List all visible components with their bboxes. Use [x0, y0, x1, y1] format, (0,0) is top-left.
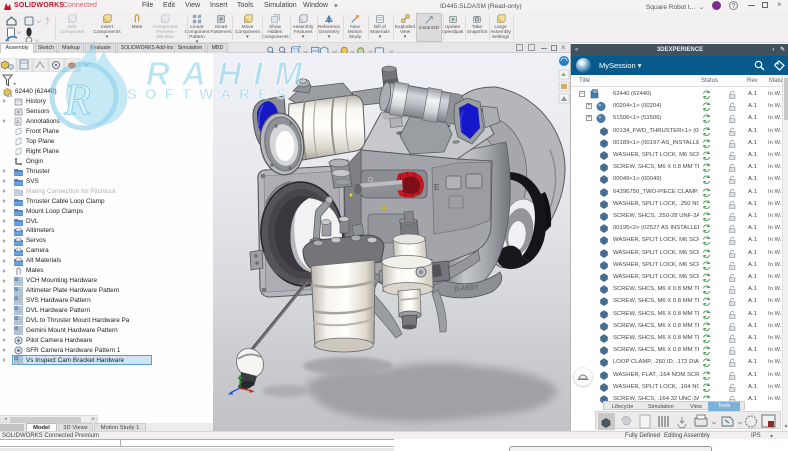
svg-text:E: E — [434, 183, 440, 192]
svg-text:R: R — [63, 75, 91, 124]
svg-text:SOFTWARES: SOFTWARES — [127, 86, 294, 103]
